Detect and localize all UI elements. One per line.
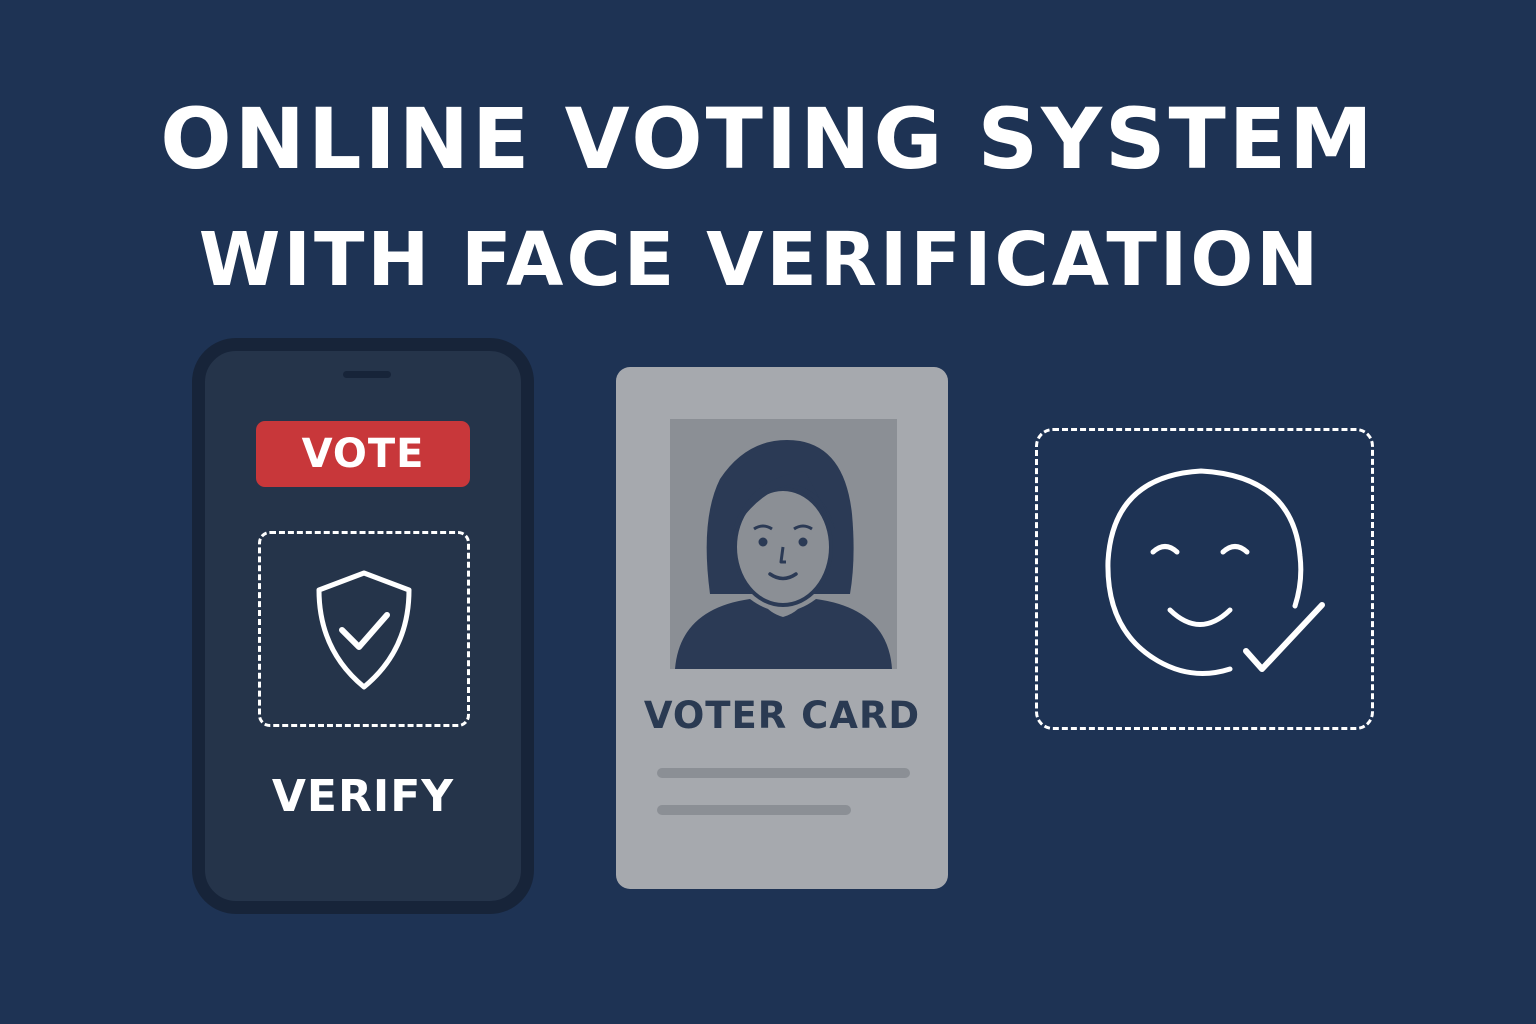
- checkmark-icon: [1243, 602, 1325, 672]
- woman-portrait-icon: [675, 440, 892, 669]
- verification-frame: [258, 531, 470, 727]
- voter-photo: [670, 419, 897, 669]
- vote-button[interactable]: VOTE: [256, 421, 470, 487]
- smartphone: VOTE VERIFY: [192, 338, 534, 914]
- voter-card: VOTER CARD: [616, 367, 948, 889]
- shield-check-icon: [316, 570, 412, 690]
- page-title-line-1: ONLINE VOTING SYSTEM: [160, 90, 1376, 188]
- face-scan-frame: [1035, 428, 1374, 730]
- smiley-face-icon: [1105, 468, 1325, 676]
- phone-speaker: [343, 371, 391, 378]
- card-detail-line: [657, 768, 910, 778]
- voter-card-label: VOTER CARD: [643, 694, 921, 737]
- card-detail-line: [657, 805, 851, 815]
- verify-label[interactable]: VERIFY: [205, 771, 521, 822]
- page-title-line-2: WITH FACE VERIFICATION: [198, 217, 1322, 303]
